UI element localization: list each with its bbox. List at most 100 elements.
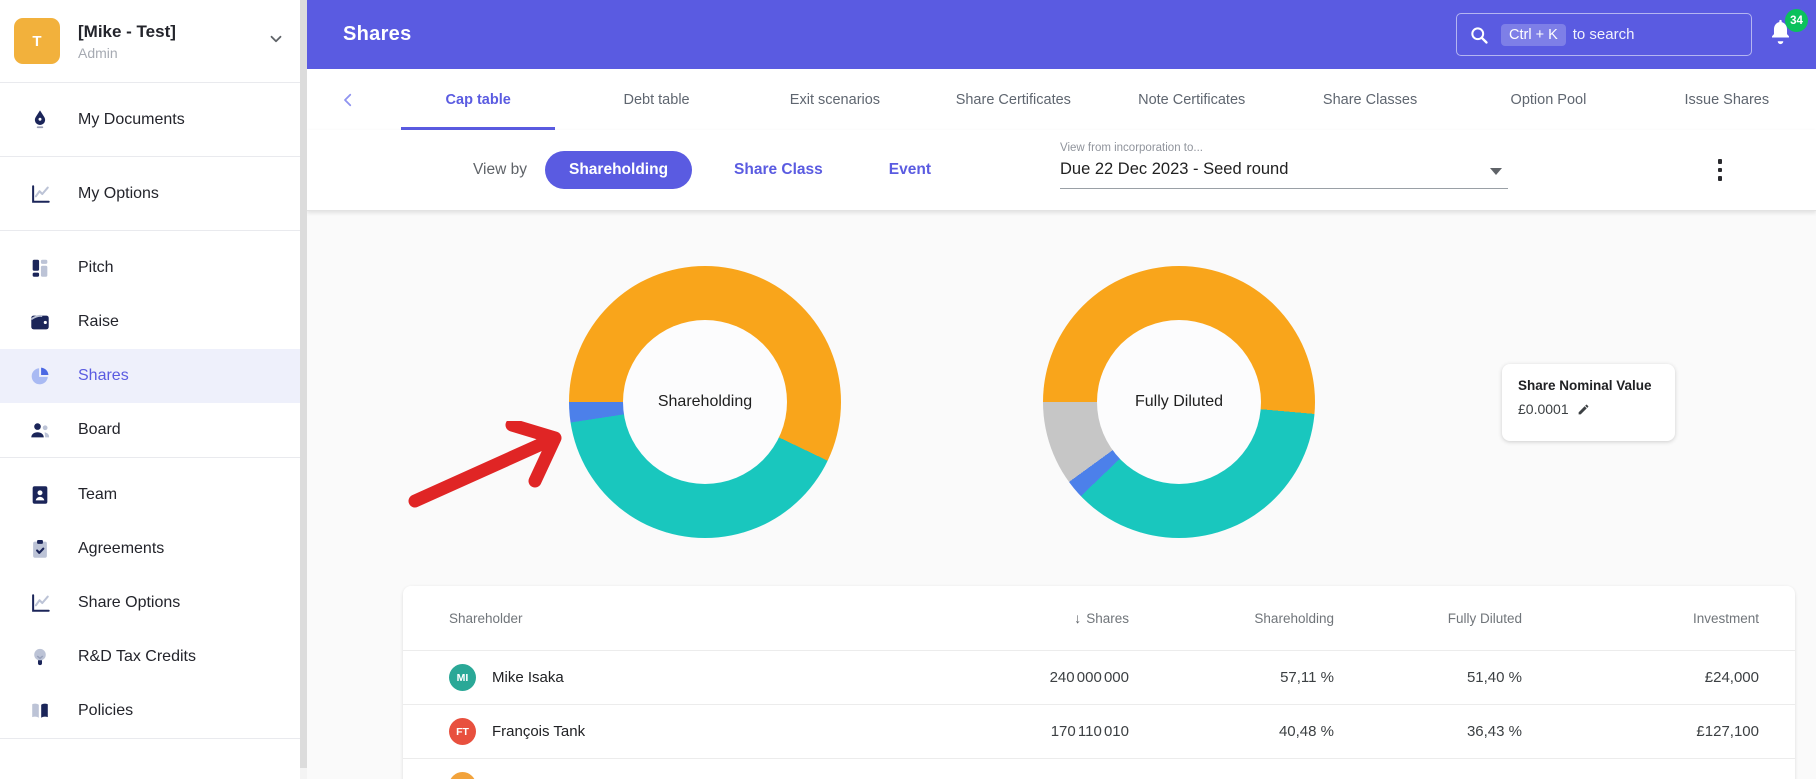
cap-table-toolbar: View by Shareholding Share Class Event Vie… (307, 130, 1816, 211)
pitch-board-icon (28, 256, 52, 280)
tab-share-certificates[interactable]: Share Certificates (924, 69, 1102, 130)
sidebar-item-shares[interactable]: Shares (0, 349, 307, 403)
view-mode-shareholding[interactable]: Shareholding (545, 151, 693, 189)
search-input[interactable]: Ctrl + K to search (1456, 13, 1752, 56)
notification-badge: 34 (1785, 9, 1808, 32)
clipboard-check-icon (28, 537, 52, 561)
workspace-name: [Mike - Test] (78, 21, 176, 41)
sidebar-item-label: Policies (78, 702, 134, 719)
red-arrow-annotation (408, 421, 562, 508)
sidebar-item-team[interactable]: Team (0, 468, 307, 522)
shareholder-name: François Tank (492, 723, 586, 740)
sidebar-item-label: Board (78, 421, 121, 438)
tab-cap-table[interactable]: Cap table (389, 69, 567, 130)
line-chart-icon (28, 182, 52, 206)
sidebar-item-my-documents[interactable]: My Documents (0, 83, 307, 156)
badge-person-icon (28, 483, 52, 507)
donut-center-label: Shareholding (657, 393, 753, 410)
column-header-shares[interactable]: ↓ Shares (935, 610, 1165, 626)
chevron-down-icon[interactable] (267, 30, 285, 53)
view-by-label: View by (473, 161, 527, 178)
wallet-icon (28, 310, 52, 334)
divider (0, 738, 307, 739)
sidebar-item-pitch[interactable]: Pitch (0, 241, 307, 295)
search-placeholder: to search (1572, 26, 1635, 43)
pie-chart-icon (28, 364, 52, 388)
column-header-fully-diluted[interactable]: Fully Diluted (1370, 611, 1558, 626)
tab-exit-scenarios[interactable]: Exit scenarios (746, 69, 924, 130)
shareholder-name: Mike Isaka (492, 669, 564, 686)
sidebar-item-share-options[interactable]: Share Options (0, 576, 307, 630)
workspace-role: Admin (78, 44, 118, 61)
sidebar-item-label: Pitch (78, 259, 114, 276)
table-row[interactable] (403, 758, 1795, 779)
investment-value: £24,000 (1704, 669, 1759, 686)
sidebar-item-label: Agreements (78, 540, 165, 557)
investment-value: £127,100 (1696, 723, 1759, 740)
lightbulb-icon (28, 645, 52, 669)
column-header-shareholder[interactable]: Shareholder (403, 611, 935, 626)
sidebar-item-label: Share Options (78, 594, 181, 611)
period-select[interactable]: View from incorporation to... Due 22 Dec… (1060, 142, 1508, 189)
kebab-menu-button[interactable] (1702, 152, 1738, 188)
fully-diluted-value: 36,43 % (1466, 723, 1522, 740)
table-body: MI Mike Isaka 240 000 000 57,11 % 51,40 % £24… (403, 650, 1795, 779)
column-header-shareholding[interactable]: Shareholding (1165, 611, 1370, 626)
chevron-left-icon (344, 93, 352, 106)
sidebar-item-r-d-tax-credits[interactable]: R&D Tax Credits (0, 630, 307, 684)
share-nominal-value-card: Share Nominal Value £0.0001 (1502, 364, 1675, 441)
tab-share-classes[interactable]: Share Classes (1281, 69, 1459, 130)
column-header-label: Shareholder (449, 610, 523, 626)
sidebar-scrollbar-thumb[interactable] (300, 0, 307, 768)
donut-center: Shareholding (623, 320, 787, 484)
workspace-selector[interactable]: T [Mike - Test] Admin (0, 0, 307, 82)
pencil-icon[interactable] (1577, 403, 1590, 416)
sidebar: T [Mike - Test] Admin My Documents My Opt… (0, 0, 307, 779)
dropdown-caret-icon (1490, 168, 1502, 175)
search-shortcut-pill: Ctrl + K (1501, 23, 1566, 46)
content-area: Shareholding Fully Diluted Share Nominal… (307, 211, 1816, 779)
donut-center: Fully Diluted (1097, 320, 1261, 484)
sort-desc-arrow-icon: ↓ (1074, 610, 1082, 626)
shares-value: 170 110 010 (1050, 723, 1129, 740)
sidebar-item-agreements[interactable]: Agreements (0, 522, 307, 576)
topbar: Shares Ctrl + K to search 34 (307, 0, 1816, 69)
page-title: Shares (343, 23, 412, 45)
shareholding-value: 40,48 % (1278, 723, 1334, 740)
notifications-button[interactable]: 34 (1766, 9, 1808, 52)
sidebar-item-label: My Options (78, 184, 159, 202)
tab-issue-shares[interactable]: Issue Shares (1638, 69, 1816, 130)
tab-option-pool[interactable]: Option Pool (1459, 69, 1637, 130)
column-header-label: Shareholding (1254, 610, 1334, 626)
shareholders-table: Shareholder ↓ Shares Shareholding Fully Dilu… (403, 586, 1795, 779)
column-header-label: Shares (1086, 611, 1129, 626)
workspace-avatar: T (14, 18, 60, 64)
fully-diluted-donut-chart[interactable]: Fully Diluted (1043, 266, 1315, 538)
period-select-label: View from incorporation to... (1060, 142, 1203, 154)
shareholding-donut-chart[interactable]: Shareholding (569, 266, 841, 538)
sidebar-item-my-options[interactable]: My Options (0, 157, 307, 230)
sidebar-item-board[interactable]: Board (0, 403, 307, 457)
tab-note-certificates[interactable]: Note Certificates (1103, 69, 1281, 130)
sidebar-scrollbar[interactable] (300, 0, 307, 779)
tabs-scroll-left-button[interactable] (307, 69, 389, 130)
table-row[interactable]: MI Mike Isaka 240 000 000 57,11 % 51,40 % £24… (403, 650, 1795, 704)
column-header-investment[interactable]: Investment (1558, 611, 1795, 626)
view-mode-share-class[interactable]: Share Class (710, 151, 847, 189)
tab-debt-table[interactable]: Debt table (567, 69, 745, 130)
pen-icon (28, 108, 52, 132)
table-row[interactable]: FT François Tank 170 110 010 40,48 % 36,43 %… (403, 704, 1795, 758)
tabs: Cap table Debt table Exit scenarios Share C… (389, 69, 1816, 130)
column-header-label: Investment (1692, 610, 1759, 626)
view-mode-group: Shareholding Share Class Event (527, 151, 955, 189)
column-header-label: Fully Diluted (1447, 610, 1522, 626)
people-icon (28, 418, 52, 442)
shares-value: 240 000 000 (1049, 669, 1129, 686)
sidebar-item-policies[interactable]: Policies (0, 684, 307, 738)
sidebar-item-label: Shares (78, 367, 129, 384)
avatar: FT (449, 718, 476, 745)
tab-bar: Cap table Debt table Exit scenarios Share C… (307, 69, 1816, 130)
view-mode-event[interactable]: Event (865, 151, 955, 189)
sidebar-nav: My Documents My Options Pitch Raise Shares Bo… (0, 83, 307, 739)
sidebar-item-raise[interactable]: Raise (0, 295, 307, 349)
